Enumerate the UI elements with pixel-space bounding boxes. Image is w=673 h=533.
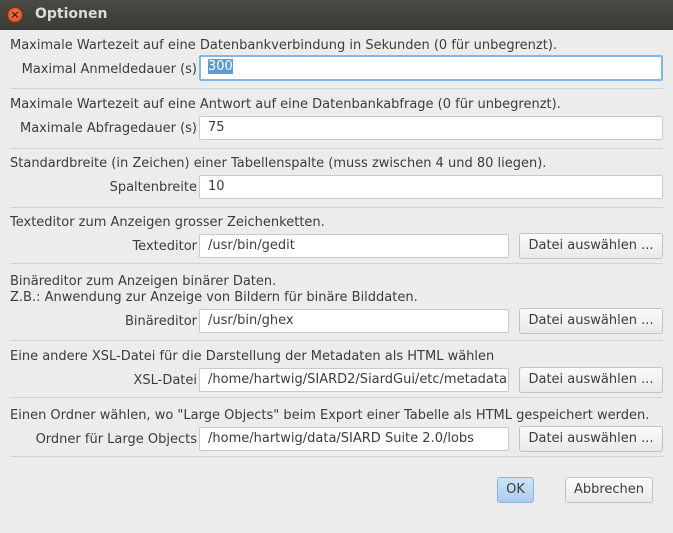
separator — [10, 148, 663, 149]
binary-editor-browse-button[interactable]: Datei auswählen ... — [519, 308, 663, 334]
options-dialog: × Optionen Maximale Wartezeit auf eine D… — [0, 0, 673, 533]
xsl-file-input[interactable]: /home/hartwig/SIARD2/SiardGui/etc/metada… — [199, 368, 509, 392]
dialog-title: Optionen — [35, 6, 108, 22]
binary-editor-input[interactable]: /usr/bin/ghex — [199, 309, 509, 333]
column-width-label: Spaltenbreite — [109, 180, 197, 195]
title-bar[interactable]: × Optionen — [0, 0, 673, 30]
separator — [10, 263, 663, 264]
text-editor-description: Texteditor zum Anzeigen grosser Zeichenk… — [10, 215, 325, 230]
login-timeout-value: 300 — [208, 59, 233, 74]
lobs-folder-description: Einen Ordner wählen, wo "Large Objects" … — [10, 408, 650, 423]
lobs-folder-label: Ordner für Large Objects — [35, 432, 197, 447]
xsl-file-browse-button[interactable]: Datei auswählen ... — [519, 367, 663, 393]
xsl-file-description: Eine andere XSL-Datei für die Darstellun… — [10, 349, 495, 364]
separator — [10, 340, 663, 341]
cancel-button[interactable]: Abbrechen — [565, 477, 653, 503]
ok-button[interactable]: OK — [497, 477, 534, 503]
query-timeout-description: Maximale Wartezeit auf eine Antwort auf … — [10, 97, 561, 112]
separator — [10, 207, 663, 208]
text-editor-browse-button[interactable]: Datei auswählen ... — [519, 233, 663, 259]
text-editor-label: Texteditor — [132, 239, 197, 254]
lobs-folder-input[interactable]: /home/hartwig/data/SIARD Suite 2.0/lobs — [199, 427, 509, 451]
column-width-input[interactable]: 10 — [199, 175, 663, 199]
xsl-file-label: XSL-Datei — [133, 373, 197, 388]
login-timeout-input[interactable]: 300 — [199, 55, 663, 81]
text-editor-input[interactable]: /usr/bin/gedit — [199, 234, 509, 258]
binary-editor-description-example: Z.B.: Anwendung zur Anzeige von Bildern … — [10, 290, 418, 305]
query-timeout-label: Maximale Abfragedauer (s) — [20, 121, 197, 136]
login-timeout-label: Maximal Anmeldedauer (s) — [21, 62, 197, 77]
login-timeout-description: Maximale Wartezeit auf eine Datenbankver… — [10, 38, 558, 53]
close-icon[interactable]: × — [7, 7, 23, 23]
query-timeout-input[interactable]: 75 — [199, 116, 663, 140]
binary-editor-description: Binäreditor zum Anzeigen binärer Daten. — [10, 274, 277, 289]
separator — [10, 88, 663, 89]
binary-editor-label: Binäreditor — [124, 314, 197, 329]
separator — [10, 397, 663, 398]
column-width-description: Standardbreite (in Zeichen) einer Tabell… — [10, 156, 547, 171]
separator — [10, 456, 663, 457]
lobs-folder-browse-button[interactable]: Datei auswählen ... — [519, 426, 663, 452]
